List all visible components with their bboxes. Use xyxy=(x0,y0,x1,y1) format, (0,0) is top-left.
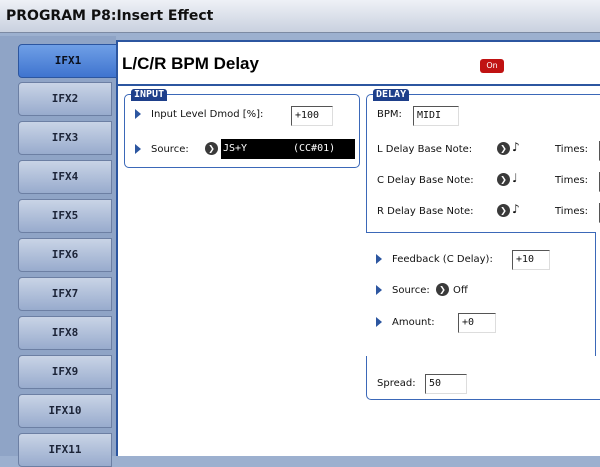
l-times-label: Times: xyxy=(555,144,589,155)
effect-on-button[interactable]: On xyxy=(480,59,504,73)
ifx-tab-strip: IFX1 IFX2 IFX3 IFX4 IFX5 IFX6 IFX7 IFX8 … xyxy=(0,36,118,467)
header-divider xyxy=(118,84,600,86)
page-title: PROGRAM P8:Insert Effect xyxy=(6,8,214,24)
r-delay-note-label: R Delay Base Note: xyxy=(377,206,474,217)
input-level-field[interactable]: +100 xyxy=(291,106,333,126)
fb-source-triangle-icon xyxy=(376,285,382,295)
source-triangle-icon xyxy=(135,144,141,154)
feedback-box: Feedback (C Delay): +10 Source: ❯ Off Am… xyxy=(366,232,596,356)
tab-ifx11[interactable]: IFX11 xyxy=(18,433,112,467)
bpm-label: BPM: xyxy=(377,109,402,120)
l-delay-note-label: L Delay Base Note: xyxy=(377,144,473,155)
level-triangle-icon xyxy=(135,109,141,119)
tab-ifx6[interactable]: IFX6 xyxy=(18,238,112,272)
fb-source-select-icon[interactable]: ❯ xyxy=(436,283,449,296)
tab-ifx3[interactable]: IFX3 xyxy=(18,121,112,155)
input-source-label: Source: xyxy=(151,144,189,155)
fb-source-label: Source: xyxy=(392,285,430,296)
input-panel: INPUT Input Level Dmod [%]: +100 Source:… xyxy=(124,89,360,168)
tab-ifx1[interactable]: IFX1 xyxy=(18,44,118,78)
tab-ifx9[interactable]: IFX9 xyxy=(18,355,112,389)
feedback-field[interactable]: +10 xyxy=(512,250,550,270)
spread-field[interactable]: 50 xyxy=(425,374,467,394)
feedback-label: Feedback (C Delay): xyxy=(392,254,493,265)
delay-panel: DELAY BPM: MIDI L Delay Base Note: ❯ ♪ T… xyxy=(366,89,600,400)
effect-name: L/C/R BPM Delay xyxy=(122,54,259,73)
tab-ifx8[interactable]: IFX8 xyxy=(18,316,112,350)
bpm-field[interactable]: MIDI xyxy=(413,106,459,126)
tab-ifx2[interactable]: IFX2 xyxy=(18,82,112,116)
effect-editor: L/C/R BPM Delay On INPUT Input Level Dmo… xyxy=(116,40,600,456)
input-source-value: JS+Y xyxy=(223,143,248,154)
c-delay-note-label: C Delay Base Note: xyxy=(377,175,474,186)
input-level-label: Input Level Dmod [%]: xyxy=(151,109,264,120)
tab-ifx10[interactable]: IFX10 xyxy=(18,394,112,428)
r-delay-note-select-icon[interactable]: ❯ xyxy=(497,204,510,217)
title-bar: PROGRAM P8:Insert Effect xyxy=(0,0,600,33)
r-delay-note-icon: ♪ xyxy=(512,202,520,216)
input-source-field[interactable]: JS+Y (CC#01) xyxy=(221,139,355,159)
input-panel-label: INPUT xyxy=(131,89,168,101)
source-select-icon[interactable]: ❯ xyxy=(205,142,218,155)
amount-field[interactable]: +0 xyxy=(458,313,496,333)
tab-ifx7[interactable]: IFX7 xyxy=(18,277,112,311)
tab-ifx4[interactable]: IFX4 xyxy=(18,160,112,194)
amount-label: Amount: xyxy=(392,317,435,328)
delay-panel-label: DELAY xyxy=(373,89,410,101)
amount-triangle-icon xyxy=(376,317,382,327)
c-delay-note-icon: ♩ xyxy=(512,171,518,185)
input-source-cc: (CC#01) xyxy=(293,143,336,154)
spread-label: Spread: xyxy=(377,378,416,389)
c-delay-note-select-icon[interactable]: ❯ xyxy=(497,173,510,186)
l-delay-note-select-icon[interactable]: ❯ xyxy=(497,142,510,155)
fb-source-value[interactable]: Off xyxy=(453,285,468,296)
l-delay-note-icon: ♪ xyxy=(512,140,520,154)
c-times-label: Times: xyxy=(555,175,589,186)
tab-ifx5[interactable]: IFX5 xyxy=(18,199,112,233)
r-times-label: Times: xyxy=(555,206,589,217)
feedback-triangle-icon xyxy=(376,254,382,264)
